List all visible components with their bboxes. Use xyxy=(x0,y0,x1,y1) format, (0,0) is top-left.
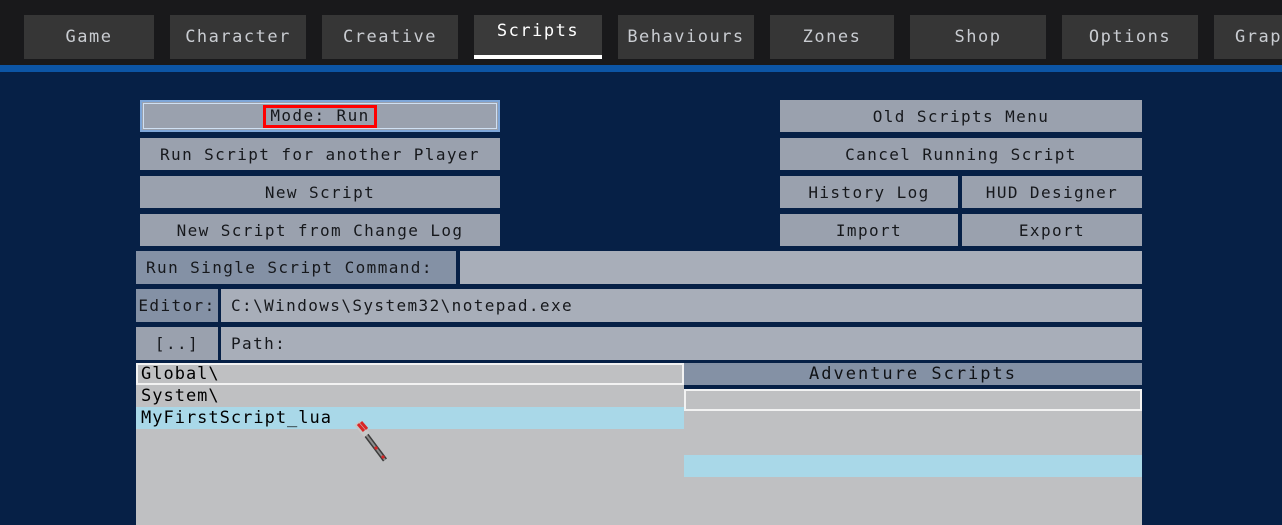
run-single-script-command-input[interactable] xyxy=(460,251,1142,284)
tab-label: Zones xyxy=(802,27,862,47)
new-script-button[interactable]: New Script xyxy=(140,176,500,208)
script-file-list-item[interactable] xyxy=(136,473,684,495)
adventure-scripts-list-item[interactable] xyxy=(684,433,1142,455)
import-button[interactable]: Import xyxy=(780,214,958,246)
adventure-scripts-list-item[interactable] xyxy=(684,477,1142,499)
script-file-list-item[interactable] xyxy=(136,429,684,451)
scripts-page-body: Mode: Run Run Script for another Player … xyxy=(0,72,1282,525)
script-file-list-item[interactable]: System\ xyxy=(136,385,684,407)
hud-designer-button[interactable]: HUD Designer xyxy=(962,176,1142,208)
path-input[interactable]: Path: xyxy=(221,327,1142,360)
new-script-from-change-log-button[interactable]: New Script from Change Log xyxy=(140,214,500,246)
tab-behaviours[interactable]: Behaviours xyxy=(618,15,754,59)
history-log-button[interactable]: History Log xyxy=(780,176,958,208)
adventure-scripts-list-item[interactable] xyxy=(684,499,1142,521)
script-file-list-item[interactable]: MyFirstScript_lua xyxy=(136,407,684,429)
mode-toggle-label: Mode: Run xyxy=(263,104,377,128)
main-tab-bar: Game Character Creative Scripts Behaviours Zo… xyxy=(0,0,1282,65)
tab-label: Game xyxy=(65,27,113,47)
cancel-running-script-button[interactable]: Cancel Running Script xyxy=(780,138,1142,170)
tab-label: Shop xyxy=(954,27,1002,47)
tab-character[interactable]: Character xyxy=(170,15,306,59)
tab-label: Graphics xyxy=(1235,27,1282,47)
adventure-scripts-list-item[interactable] xyxy=(684,411,1142,433)
run-single-script-command-label: Run Single Script Command: xyxy=(136,251,456,284)
script-file-list[interactable]: Global\ System\ MyFirstScript_lua xyxy=(136,363,684,525)
script-file-list-item[interactable] xyxy=(136,495,684,517)
editor-label: Editor: xyxy=(136,289,218,322)
editor-path-input[interactable]: C:\Windows\System32\notepad.exe xyxy=(221,289,1142,322)
tab-shop[interactable]: Shop xyxy=(910,15,1046,59)
tab-zones[interactable]: Zones xyxy=(770,15,894,59)
tab-scripts[interactable]: Scripts xyxy=(474,15,602,59)
script-file-list-item[interactable]: Global\ xyxy=(136,363,684,385)
tab-label: Options xyxy=(1088,27,1172,47)
run-script-for-another-player-button[interactable]: Run Script for another Player xyxy=(140,138,500,170)
tab-label: Character xyxy=(185,27,291,47)
export-button[interactable]: Export xyxy=(962,214,1142,246)
script-file-list-item[interactable] xyxy=(136,451,684,473)
tab-graphics[interactable]: Graphics xyxy=(1214,15,1282,59)
tab-bar-separator xyxy=(0,65,1282,72)
tab-label: Scripts xyxy=(496,21,580,41)
adventure-scripts-list-item[interactable] xyxy=(684,455,1142,477)
old-scripts-menu-button[interactable]: Old Scripts Menu xyxy=(780,100,1142,132)
adventure-scripts-list[interactable] xyxy=(684,389,1142,525)
tab-label: Creative xyxy=(343,27,437,47)
tab-label: Behaviours xyxy=(627,27,745,47)
tab-creative[interactable]: Creative xyxy=(322,15,458,59)
parent-directory-button[interactable]: [..] xyxy=(136,327,218,360)
tab-options[interactable]: Options xyxy=(1062,15,1198,59)
adventure-scripts-header: Adventure Scripts xyxy=(684,363,1142,385)
mode-toggle-button[interactable]: Mode: Run xyxy=(140,100,500,132)
adventure-scripts-list-item[interactable] xyxy=(684,389,1142,411)
tab-game[interactable]: Game xyxy=(24,15,154,59)
